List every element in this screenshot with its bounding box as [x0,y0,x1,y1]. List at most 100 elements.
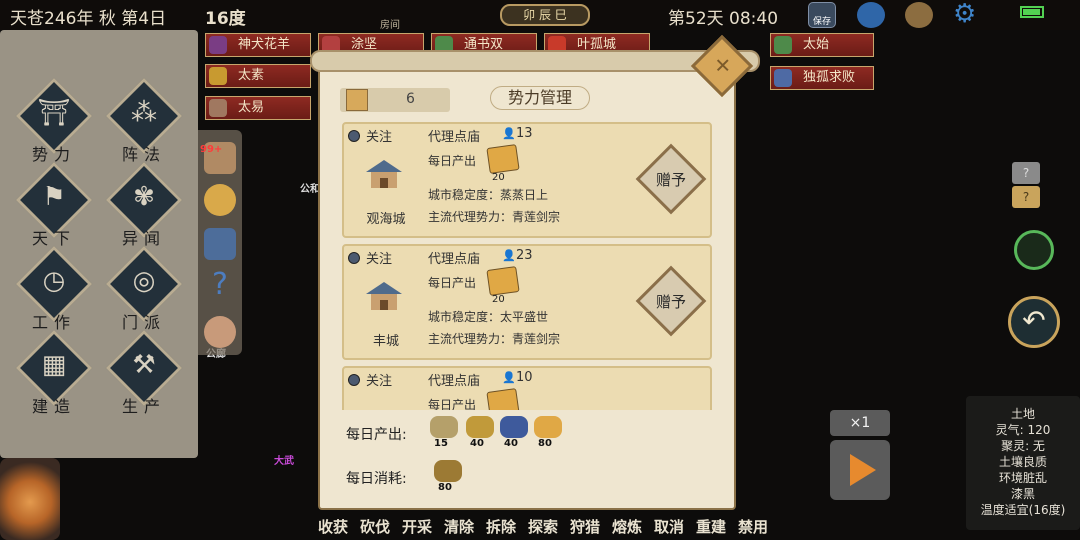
action-hunt[interactable]: 狩猎 [570,516,604,537]
close-icon: ✕ [714,53,732,78]
menu-build-button[interactable]: ▦ 建造 [14,329,94,418]
menu-formation-button[interactable]: ⁂ 阵法 [104,77,184,166]
produce-icon: ⚒ [132,350,156,380]
dialog-scroll-header [310,50,760,72]
world-icon: ⚑ [42,182,66,212]
city-card: 关注 代理点庙 👤 10 每日产出 [342,366,712,410]
menu-work-button[interactable]: ◷ 工作 [14,245,94,334]
hint-icon: ? [1012,186,1040,208]
agent-label: 代理点庙 [428,374,481,389]
person-icon: 👤 [502,371,516,384]
agent-count: 23 [516,248,533,263]
avatar [209,36,227,54]
day-time: 第52天 08:40 [668,9,779,29]
action-disable[interactable]: 禁用 [738,516,772,537]
name-tag[interactable]: 太易 [205,96,311,120]
consumption-label: 每日消耗: [346,471,407,487]
menu-produce-button[interactable]: ⚒ 生产 [104,329,184,418]
avatar [774,36,792,54]
daily-output-label: 每日产出 [428,276,477,290]
tool-icon[interactable] [857,2,885,28]
spirit-vein-button[interactable] [1014,230,1054,270]
action-clear[interactable]: 清除 [444,516,478,537]
action-mine[interactable]: 开采 [402,516,436,537]
help-icon: ? [1012,162,1040,184]
info-line: 漆黑 [1010,487,1035,501]
follow-label: 关注 [366,252,393,267]
person-icon: 👤 [502,127,516,140]
work-icon: ◷ [42,266,66,296]
map-label: 大武 [274,456,294,467]
back-button[interactable]: ↶ [1008,296,1060,348]
city-card: 关注 观海城 代理点庙 👤 13 每日产出 20 城市稳定度：蒸蒸日上 主流代理… [342,122,712,238]
game-speed-button[interactable]: ×1 [830,410,890,436]
faction-icon: ⛩ [37,98,71,128]
map-label: 公和 [300,184,320,195]
side-tool-strip: 99+ ? [198,130,242,355]
game-date: 天苍246年 秋 第4日 [10,9,167,29]
city-card: 关注 丰城 代理点庙 👤 23 每日产出 20 城市稳定度：太平盛世 主流代理势… [342,244,712,360]
agent-label: 代理点庙 [428,130,481,145]
avatar [774,69,792,87]
info-line: 温度适宜(16度) [980,503,1066,517]
scroll-icon[interactable] [204,228,236,260]
follow-toggle[interactable] [348,374,360,386]
gift-label[interactable]: 赠予 [635,169,707,190]
reward-value: 20 [492,294,505,305]
dialog-header: 6 势力管理 [340,86,720,112]
gear-icon[interactable]: ⚙ [953,0,981,29]
action-demolish[interactable]: 拆除 [486,516,520,537]
room-label: 房间 [380,20,400,31]
coin-icon[interactable] [204,184,236,216]
name-tag[interactable]: 太素 [205,64,311,88]
menu-rumor-button[interactable]: ✾ 异闻 [104,161,184,250]
question-icon[interactable]: ? [204,270,236,302]
help-button[interactable]: ? ? [1012,162,1044,210]
main-power: 主流代理势力：青莲剑宗 [428,210,561,224]
follow-toggle[interactable] [348,130,360,142]
main-power: 主流代理势力：青莲剑宗 [428,332,561,346]
action-smelt[interactable]: 熔炼 [612,516,646,537]
menu-faction-button[interactable]: ⛩ 势力 [14,77,94,166]
save-icon[interactable]: 保存 [808,2,836,28]
play-icon [850,454,876,486]
gold-ticket-icon [486,388,520,410]
name-tag[interactable]: 神犬花羊 [205,33,311,57]
city-card-list[interactable]: 关注 观海城 代理点庙 👤 13 每日产出 20 城市稳定度：蒸蒸日上 主流代理… [340,120,716,410]
person-icon: 👤 [502,249,516,262]
city-count-box: 6 [340,88,450,112]
city-stability: 城市稳定度：蒸蒸日上 [428,188,549,202]
info-line: 土地 [1010,407,1035,421]
player-character-avatar[interactable] [0,458,60,540]
play-button[interactable] [830,440,890,500]
city-name: 观海城 [366,212,406,227]
name-tag[interactable]: 独孤求败 [770,66,874,90]
tile-info-panel: 土地 灵气: 120 聚灵: 无 土壤良质 环境脏乱 漆黑 温度适宜(16度) [966,396,1080,530]
action-harvest[interactable]: 收获 [318,516,352,537]
avatar [209,99,227,117]
action-chop[interactable]: 砍伐 [360,516,394,537]
ticket-icon [346,89,368,111]
reward-value: 20 [492,172,505,183]
menu-world-button[interactable]: ⚑ 天下 [14,161,94,250]
city-building-icon [366,282,402,310]
menu-sect-button[interactable]: ◎ 门派 [104,245,184,334]
follow-toggle[interactable] [348,252,360,264]
notification-icon[interactable]: 99+ [200,142,236,174]
gold-ticket-icon: 80 [534,416,564,449]
ore-icon: 15 [430,416,460,449]
action-rebuild[interactable]: 重建 [696,516,730,537]
gift-label[interactable]: 赠予 [635,291,707,312]
action-explore[interactable]: 探索 [528,516,562,537]
time-of-day-indicator: 卯 辰 巳 [500,4,590,26]
character-icon[interactable] [204,316,236,348]
action-bar: 收获 砍伐 开采 清除 拆除 探索 狩猎 熔炼 取消 重建 禁用 [318,516,770,540]
name-tag[interactable]: 太始 [770,33,874,57]
agent-count: 10 [516,370,533,385]
production-label: 每日产出: [346,427,407,443]
formation-icon: ⁂ [131,98,157,128]
build-icon: ▦ [41,350,67,380]
info-line: 灵气: 120 [995,423,1051,437]
palette-icon[interactable] [905,2,933,28]
action-cancel[interactable]: 取消 [654,516,688,537]
